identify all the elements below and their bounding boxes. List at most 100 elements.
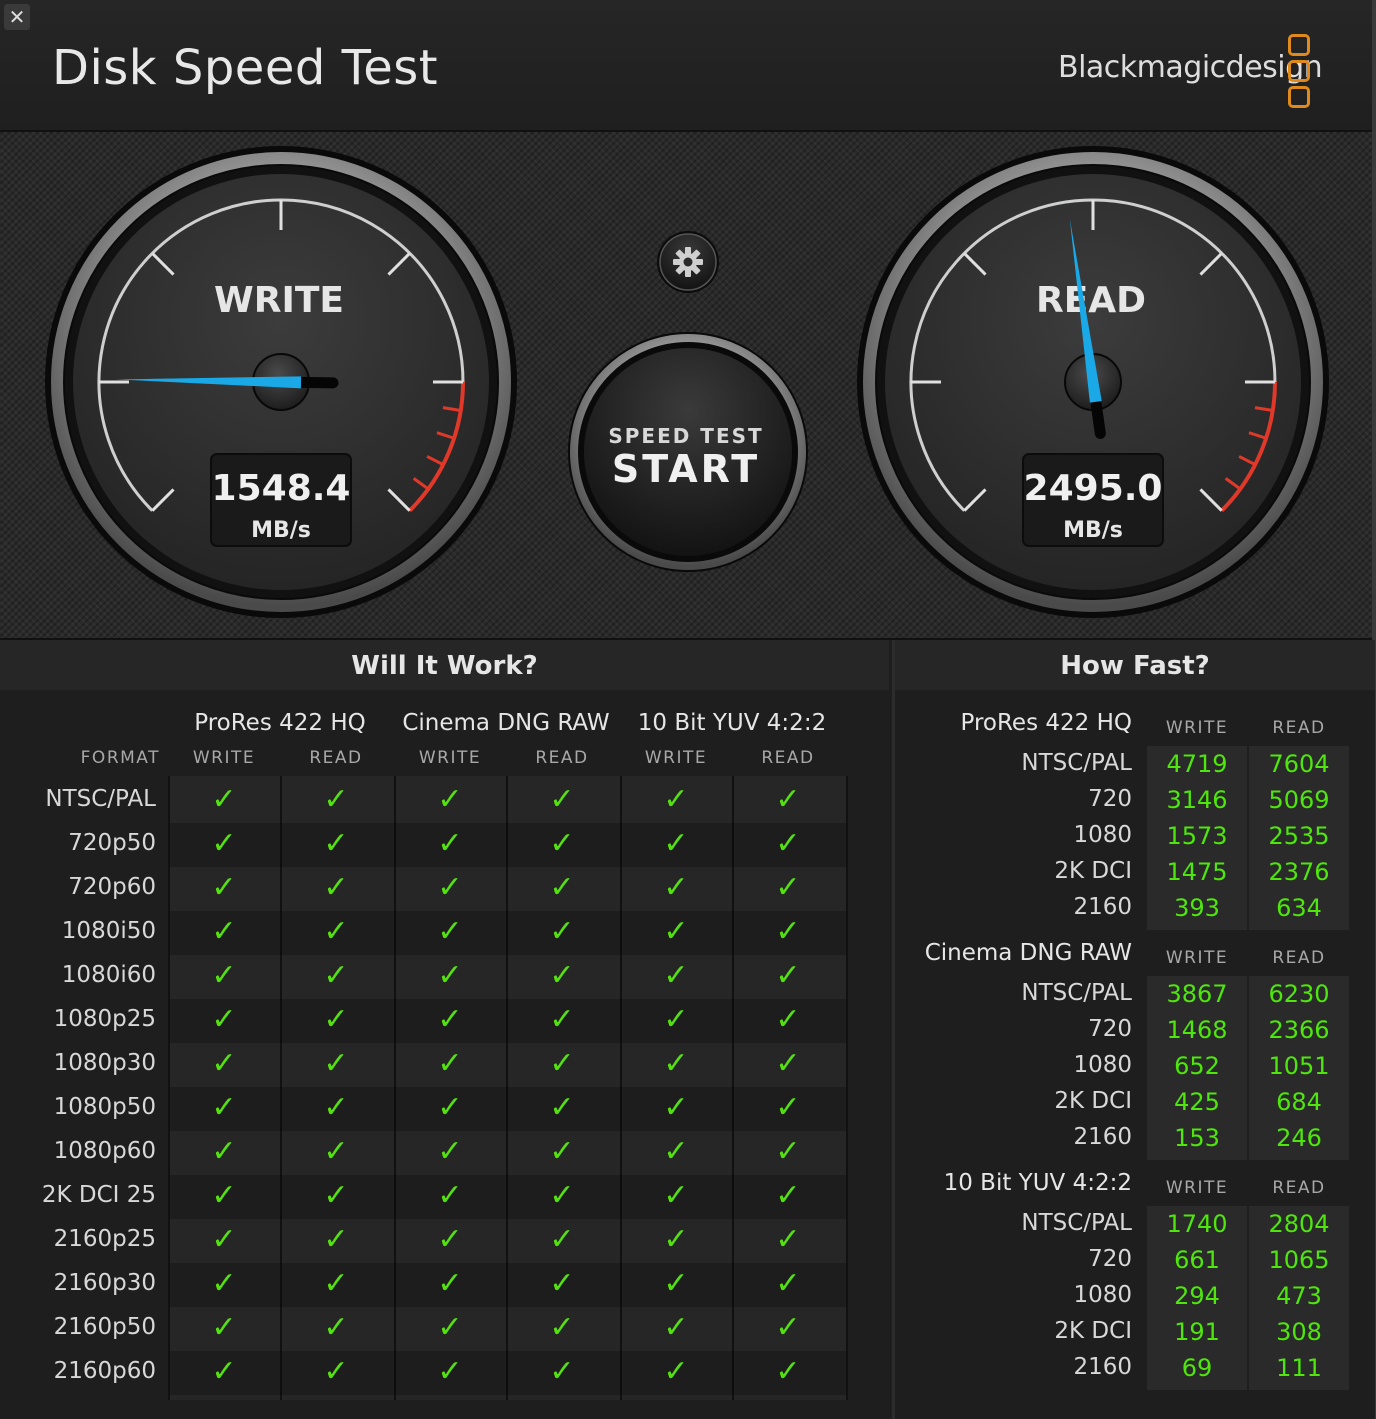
close-icon[interactable]: ✕: [4, 4, 30, 30]
how-fast-section-title: 10 Bit YUV 4:2:2: [943, 1170, 1132, 1196]
check-icon: ✓: [437, 1046, 463, 1081]
check-icon: ✓: [549, 1090, 575, 1125]
check-icon: ✓: [211, 782, 237, 817]
check-icon: ✓: [775, 782, 801, 817]
write-fps-value: 69: [1181, 1354, 1213, 1382]
format-row-label: 720p60: [68, 874, 156, 900]
read-fps-value: 1065: [1268, 1246, 1330, 1274]
check-icon: ✓: [663, 782, 689, 817]
resolution-label: 2160: [1073, 1124, 1132, 1150]
check-icon: ✓: [437, 1090, 463, 1125]
format-row-label: 1080p50: [53, 1094, 156, 1120]
write-fps-value: 294: [1174, 1282, 1220, 1310]
check-icon: ✓: [549, 1178, 575, 1213]
check-icon: ✓: [549, 1134, 575, 1169]
check-icon: ✓: [775, 1002, 801, 1037]
write-fps-value: 1573: [1166, 822, 1228, 850]
write-column-header: WRITE: [1165, 948, 1229, 968]
resolution-label: 2K DCI: [1054, 1318, 1132, 1344]
check-icon: ✓: [437, 1310, 463, 1345]
format-row-label: 1080p30: [53, 1050, 156, 1076]
start-button-main-label: START: [612, 447, 760, 491]
check-icon: ✓: [437, 870, 463, 905]
brand-name: Blackmagicdesign: [1058, 50, 1323, 85]
check-icon: ✓: [663, 1222, 689, 1257]
check-icon: ✓: [323, 1090, 349, 1125]
write-fps-value: 661: [1174, 1246, 1220, 1274]
write-fps-value: 1740: [1166, 1210, 1228, 1238]
format-row-label: NTSC/PAL: [45, 786, 156, 812]
check-icon: ✓: [211, 870, 237, 905]
check-icon: ✓: [549, 1002, 575, 1037]
check-icon: ✓: [663, 958, 689, 993]
check-icon: ✓: [437, 1266, 463, 1301]
check-icon: ✓: [211, 1310, 237, 1345]
write-column-header: WRITE: [192, 748, 256, 768]
check-icon: ✓: [437, 1134, 463, 1169]
write-fps-value: 4719: [1166, 750, 1228, 778]
write-column-header: WRITE: [1165, 718, 1229, 738]
group-header: Cinema DNG RAW: [402, 710, 610, 736]
gear-icon[interactable]: [657, 231, 719, 293]
write-fps-value: 3146: [1166, 786, 1228, 814]
check-icon: ✓: [437, 826, 463, 861]
check-icon: ✓: [323, 1354, 349, 1389]
resolution-label: 2160: [1073, 894, 1132, 920]
check-icon: ✓: [549, 1266, 575, 1301]
check-icon: ✓: [549, 1354, 575, 1389]
brand-logo-icon: [1288, 34, 1310, 112]
check-icon: ✓: [211, 1090, 237, 1125]
check-icon: ✓: [775, 870, 801, 905]
resolution-label: 720: [1088, 786, 1132, 812]
check-icon: ✓: [211, 1354, 237, 1389]
check-icon: ✓: [211, 958, 237, 993]
will-it-work-title: Will It Work?: [0, 640, 889, 690]
read-column-header: READ: [309, 748, 363, 768]
check-icon: ✓: [775, 1090, 801, 1125]
write-fps-value: 3867: [1166, 980, 1228, 1008]
write-fps-value: 652: [1174, 1052, 1220, 1080]
check-icon: ✓: [663, 1310, 689, 1345]
write-fps-value: 393: [1174, 894, 1220, 922]
check-icon: ✓: [663, 914, 689, 949]
format-row-label: 2160p25: [53, 1226, 156, 1252]
format-row-label: 2160p50: [53, 1314, 156, 1340]
check-icon: ✓: [663, 1354, 689, 1389]
how-fast-section-title: Cinema DNG RAW: [924, 940, 1132, 966]
write-fps-value: 1468: [1166, 1016, 1228, 1044]
read-fps-value: 634: [1276, 894, 1322, 922]
read-speed-value: 2495.0: [1024, 468, 1163, 509]
read-gauge-label: READ: [1036, 280, 1146, 321]
check-icon: ✓: [663, 1002, 689, 1037]
format-row-label: 1080i50: [61, 918, 156, 944]
check-icon: ✓: [549, 1310, 575, 1345]
check-icon: ✓: [323, 1222, 349, 1257]
check-icon: ✓: [323, 1266, 349, 1301]
resolution-label: NTSC/PAL: [1021, 1210, 1132, 1236]
resolution-label: 2K DCI: [1054, 858, 1132, 884]
will-it-work-panel: Will It Work? ProRes 422 HQ WRITE READ Cine…: [0, 640, 889, 1419]
read-speed-unit: MB/s: [1063, 518, 1123, 543]
read-fps-value: 111: [1276, 1354, 1322, 1382]
format-row-label: 1080i60: [61, 962, 156, 988]
check-icon: ✓: [663, 1266, 689, 1301]
check-icon: ✓: [323, 1178, 349, 1213]
resolution-label: 2K DCI: [1054, 1088, 1132, 1114]
check-icon: ✓: [323, 870, 349, 905]
check-icon: ✓: [323, 914, 349, 949]
format-row-label: 1080p60: [53, 1138, 156, 1164]
check-icon: ✓: [663, 826, 689, 861]
speed-test-start-button[interactable]: SPEED TEST START: [568, 332, 808, 572]
check-icon: ✓: [211, 1266, 237, 1301]
check-icon: ✓: [211, 1046, 237, 1081]
check-icon: ✓: [549, 914, 575, 949]
write-speed-value: 1548.4: [212, 468, 351, 509]
write-gauge: WRITE 1548.4 MB/s: [45, 146, 517, 618]
check-icon: ✓: [211, 1222, 237, 1257]
read-fps-value: 2804: [1268, 1210, 1330, 1238]
check-icon: ✓: [323, 826, 349, 861]
read-fps-value: 246: [1276, 1124, 1322, 1152]
read-fps-value: 7604: [1268, 750, 1330, 778]
format-row-label: 2K DCI 25: [41, 1182, 156, 1208]
write-fps-value: 153: [1174, 1124, 1220, 1152]
